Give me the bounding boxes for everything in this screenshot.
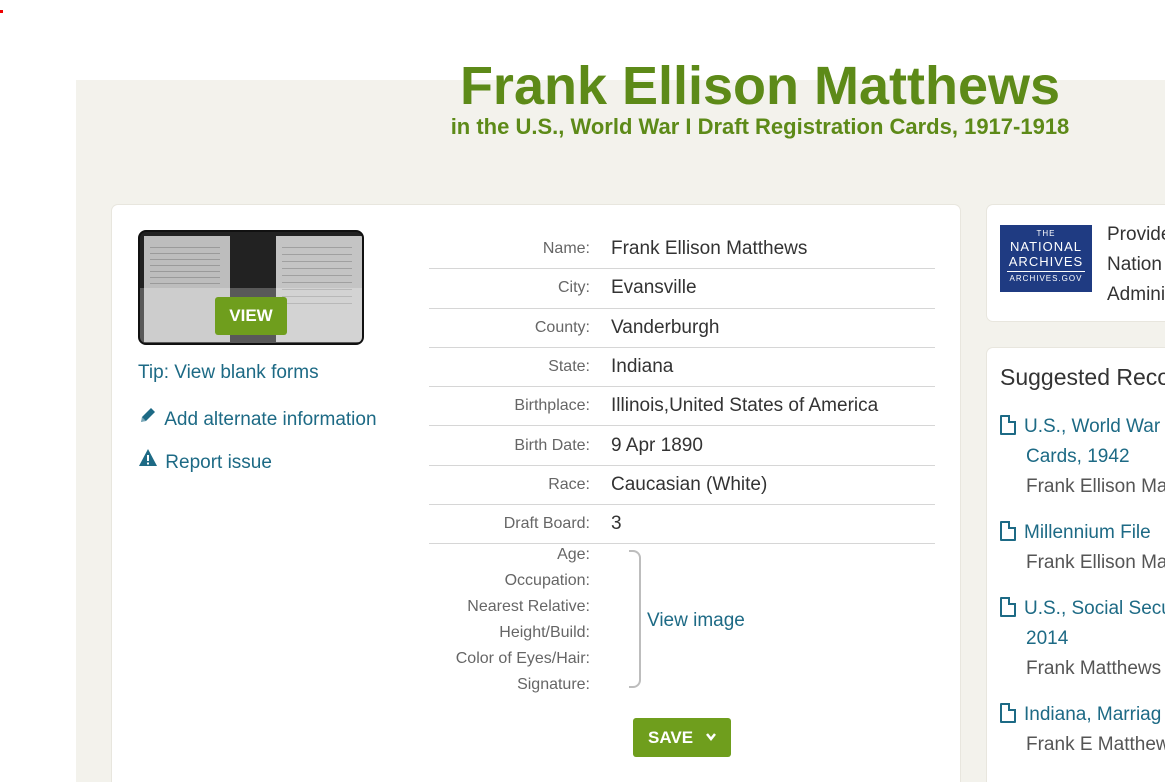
document-icon — [1000, 597, 1016, 617]
pencil-icon — [138, 405, 160, 431]
field-row-birth-date: Birth Date: 9 Apr 1890 — [429, 426, 935, 466]
document-icon — [1000, 415, 1016, 435]
bracket-divider — [629, 550, 641, 688]
corner-marker — [0, 10, 3, 13]
view-image-link[interactable]: View image — [647, 610, 745, 632]
record-fields: Name: Frank Ellison Matthews City: Evansvi… — [429, 230, 935, 545]
add-alternate-info-label: Add alternate information — [164, 409, 377, 430]
warning-icon — [138, 448, 160, 474]
label-occupation: Occupation: — [504, 572, 590, 589]
chevron-down-icon — [705, 718, 717, 772]
label-nearest-relative: Nearest Relative: — [467, 598, 590, 615]
label-eyes-hair: Color of Eyes/Hair: — [455, 650, 590, 667]
image-field-labels: Age: Occupation: Nearest Relative: Heigh… — [429, 544, 611, 700]
field-row-city: City: Evansville — [429, 269, 935, 309]
suggested-records-title: Suggested Reco — [1000, 364, 1165, 390]
label-age: Age: — [557, 546, 590, 563]
tip-blank-forms-link[interactable]: Tip: View blank forms — [138, 362, 319, 384]
suggested-record-4[interactable]: Indiana, Marriag Frank E Matthew — [1000, 700, 1165, 760]
report-issue-label: Report issue — [165, 452, 272, 473]
label-height-build: Height/Build: — [499, 624, 590, 641]
field-row-birthplace: Birthplace: Illinois,United States of Ame… — [429, 387, 935, 427]
image-only-fields: Age: Occupation: Nearest Relative: Heigh… — [429, 544, 935, 694]
field-row-state: State: Indiana — [429, 348, 935, 388]
suggested-record-3[interactable]: U.S., Social Secu 2014 Frank Matthews — [1000, 594, 1165, 684]
document-icon — [1000, 521, 1016, 541]
suggested-record-2[interactable]: Millennium File Frank Ellison Ma — [1000, 518, 1165, 578]
record-collection: in the U.S., World War I Draft Registrat… — [450, 114, 1070, 139]
field-row-draft-board: Draft Board: 3 — [429, 505, 935, 545]
suggested-record-1[interactable]: U.S., World War Cards, 1942 Frank Elliso… — [1000, 412, 1165, 502]
save-button[interactable]: SAVE — [633, 718, 731, 757]
national-archives-logo[interactable]: THE NATIONAL ARCHIVES ARCHIVES.GOV — [1000, 225, 1092, 292]
label-signature: Signature: — [517, 676, 590, 693]
field-row-race: Race: Caucasian (White) — [429, 466, 935, 506]
add-alternate-info-link[interactable]: Add alternate information — [138, 405, 377, 431]
field-row-county: County: Vanderburgh — [429, 309, 935, 348]
record-title: Frank Ellison Matthews — [459, 56, 1061, 116]
report-issue-link[interactable]: Report issue — [138, 448, 272, 474]
field-row-name: Name: Frank Ellison Matthews — [429, 230, 935, 270]
provider-text: Provide Nation Admini — [1107, 224, 1165, 305]
document-icon — [1000, 703, 1016, 723]
view-image-button[interactable]: VIEW — [215, 297, 287, 335]
save-label: SAVE — [648, 728, 694, 747]
